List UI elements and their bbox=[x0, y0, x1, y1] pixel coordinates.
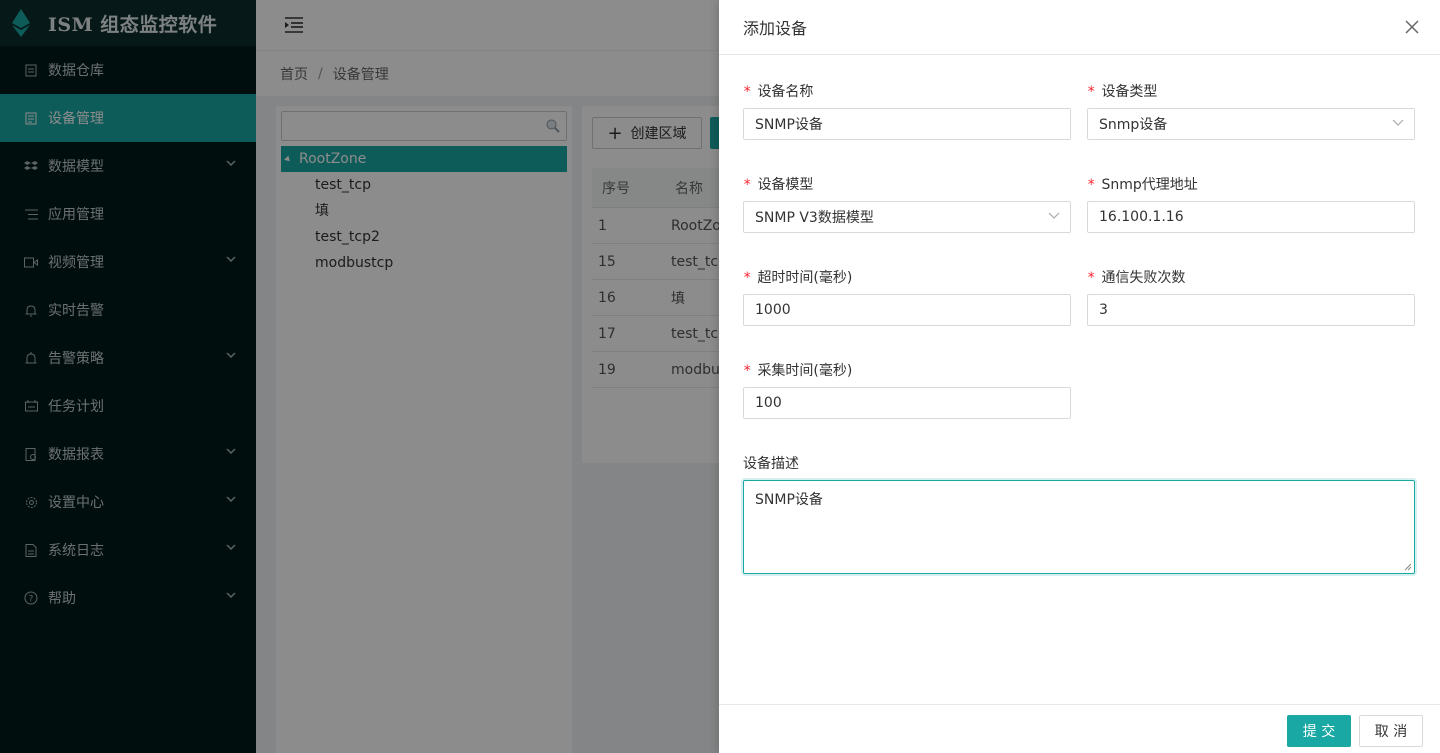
timeout-input[interactable]: 1000 bbox=[743, 294, 1071, 326]
required-mark: * bbox=[743, 177, 752, 193]
modal-mask[interactable] bbox=[0, 0, 719, 753]
label-text: Snmp代理地址 bbox=[1101, 177, 1198, 193]
device-name-input[interactable]: SNMP设备 bbox=[743, 108, 1071, 140]
label-text: 设备名称 bbox=[757, 84, 814, 100]
label-text: 设备类型 bbox=[1101, 84, 1158, 100]
input-value: 16.100.1.16 bbox=[1099, 209, 1184, 225]
required-mark: * bbox=[743, 270, 752, 286]
collect-time-label: * 采集时间(毫秒) bbox=[743, 360, 852, 380]
label-text: 超时时间(毫秒) bbox=[757, 270, 853, 286]
input-value: 3 bbox=[1099, 302, 1108, 318]
label-text: 通信失败次数 bbox=[1101, 270, 1186, 286]
close-icon[interactable] bbox=[1404, 19, 1420, 35]
required-mark: * bbox=[1087, 270, 1096, 286]
fail-count-input[interactable]: 3 bbox=[1087, 294, 1415, 326]
timeout-label: * 超时时间(毫秒) bbox=[743, 267, 852, 287]
select-value: Snmp设备 bbox=[1099, 117, 1168, 133]
cancel-button[interactable]: 取 消 bbox=[1359, 715, 1423, 747]
device-type-select[interactable]: Snmp设备 bbox=[1087, 108, 1415, 140]
input-value: 100 bbox=[755, 395, 782, 411]
required-mark: * bbox=[1087, 177, 1096, 193]
drawer-title: 添加设备 bbox=[743, 19, 808, 38]
label-text: 采集时间(毫秒) bbox=[757, 363, 853, 379]
input-value: 1000 bbox=[755, 302, 791, 318]
device-model-label: * 设备模型 bbox=[743, 174, 813, 194]
snmp-address-input[interactable]: 16.100.1.16 bbox=[1087, 201, 1415, 233]
drawer-header: 添加设备 bbox=[719, 0, 1440, 55]
device-name-label: * 设备名称 bbox=[743, 81, 813, 101]
input-value: SNMP设备 bbox=[755, 117, 823, 133]
snmp-address-label: * Snmp代理地址 bbox=[1087, 174, 1198, 194]
submit-button[interactable]: 提 交 bbox=[1287, 715, 1351, 747]
required-mark: * bbox=[743, 363, 752, 379]
label-text: 设备模型 bbox=[757, 177, 814, 193]
fail-count-label: * 通信失败次数 bbox=[1087, 267, 1185, 287]
device-model-select[interactable]: SNMP V3数据模型 bbox=[743, 201, 1071, 233]
required-mark: * bbox=[743, 84, 752, 100]
select-value: SNMP V3数据模型 bbox=[755, 210, 874, 226]
drawer-footer: 提 交 取 消 bbox=[719, 704, 1440, 753]
collect-time-input[interactable]: 100 bbox=[743, 387, 1071, 419]
device-type-label: * 设备类型 bbox=[1087, 81, 1157, 101]
chevron-down-icon bbox=[1048, 212, 1060, 219]
textarea-value: SNMP设备 bbox=[755, 492, 823, 508]
required-mark: * bbox=[1087, 84, 1096, 100]
description-label: 设备描述 bbox=[743, 456, 799, 472]
description-textarea[interactable]: SNMP设备 bbox=[743, 480, 1415, 574]
resize-grip-icon[interactable] bbox=[1404, 563, 1412, 571]
add-device-drawer: 添加设备 * 设备名称 SNMP设备 * 设备类型 Snmp设备 * 设备模型 SNM… bbox=[719, 0, 1440, 753]
chevron-down-icon bbox=[1392, 119, 1404, 126]
